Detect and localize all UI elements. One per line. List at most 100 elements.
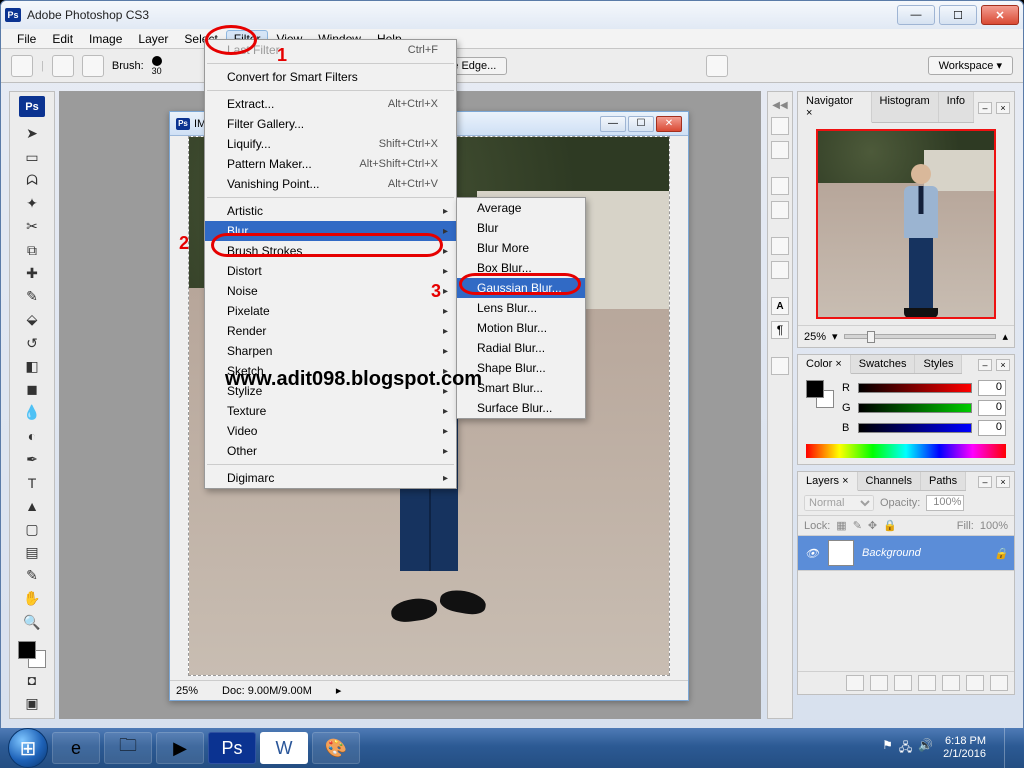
quickmask-toggle[interactable]: ◘	[20, 670, 44, 691]
menu-digimarc[interactable]: Digimarc	[205, 468, 456, 488]
b-slider[interactable]	[858, 423, 972, 433]
dock-icon-6[interactable]	[771, 261, 789, 279]
lasso-tool[interactable]: ᗣ	[20, 170, 44, 191]
menu-artistic[interactable]: Artistic	[205, 201, 456, 221]
screenmode-toggle[interactable]: ▣	[20, 693, 44, 714]
eyedropper-tool[interactable]: ✎	[20, 565, 44, 586]
adjustment-layer-icon[interactable]	[918, 675, 936, 691]
dock-icon-1[interactable]	[771, 117, 789, 135]
selection-mode-icon-2[interactable]	[82, 55, 104, 77]
submenu-lens-blur[interactable]: Lens Blur...	[457, 298, 585, 318]
menu-blur[interactable]: Blur	[205, 221, 456, 241]
tab-info[interactable]: Info	[939, 92, 974, 122]
menu-layer[interactable]: Layer	[130, 30, 176, 48]
doc-maximize-button[interactable]: ☐	[628, 116, 654, 132]
submenu-surface-blur[interactable]: Surface Blur...	[457, 398, 585, 418]
menu-convert-smart-filters[interactable]: Convert for Smart Filters	[205, 67, 456, 87]
tab-channels[interactable]: Channels	[858, 472, 921, 490]
stamp-tool[interactable]: ⬙	[20, 309, 44, 330]
opacity-value[interactable]: 100%	[926, 495, 964, 511]
tab-layers[interactable]: Layers ×	[798, 472, 858, 491]
menu-video[interactable]: Video	[205, 421, 456, 441]
panel-close-icon[interactable]: ×	[996, 359, 1010, 371]
visibility-eye-icon[interactable]: 👁	[804, 547, 820, 560]
menu-pattern-maker[interactable]: Pattern Maker...Alt+Shift+Ctrl+X	[205, 154, 456, 174]
brush-tool[interactable]: ✎	[20, 286, 44, 307]
submenu-average[interactable]: Average	[457, 198, 585, 218]
tab-styles[interactable]: Styles	[915, 355, 962, 373]
submenu-blur[interactable]: Blur	[457, 218, 585, 238]
navigator-zoom-value[interactable]: 25%	[804, 331, 826, 343]
submenu-blur-more[interactable]: Blur More	[457, 238, 585, 258]
group-icon[interactable]	[942, 675, 960, 691]
blend-mode-select[interactable]: Normal	[804, 495, 874, 511]
blur-tool[interactable]: 💧	[20, 402, 44, 423]
taskbar-media-icon[interactable]: ▶	[156, 732, 204, 764]
gradient-tool[interactable]: ◼	[20, 379, 44, 400]
type-tool[interactable]: T	[20, 472, 44, 493]
taskbar-paint-icon[interactable]: 🎨	[312, 732, 360, 764]
zoom-out-icon[interactable]: ▾	[832, 330, 838, 343]
tray-network-icon[interactable]: 🖧	[899, 738, 912, 759]
zoom-tool[interactable]: 🔍	[20, 611, 44, 632]
navigator-zoom-slider[interactable]	[844, 334, 997, 339]
tray-flag-icon[interactable]: ⚑	[882, 738, 893, 759]
window-minimize-button[interactable]: —	[897, 5, 935, 25]
panel-minimize-icon[interactable]: –	[978, 359, 992, 371]
dock-icon-2[interactable]	[771, 141, 789, 159]
menu-noise[interactable]: Noise	[205, 281, 456, 301]
go-to-bridge-icon[interactable]	[706, 55, 728, 77]
menu-distort[interactable]: Distort	[205, 261, 456, 281]
selection-mode-icon[interactable]	[52, 55, 74, 77]
menu-render[interactable]: Render	[205, 321, 456, 341]
window-close-button[interactable]: ✕	[981, 5, 1019, 25]
r-value[interactable]: 0	[978, 380, 1006, 396]
submenu-motion-blur[interactable]: Motion Blur...	[457, 318, 585, 338]
doc-close-button[interactable]: ✕	[656, 116, 682, 132]
healing-tool[interactable]: ✚	[20, 263, 44, 284]
zoom-in-icon[interactable]: ▴	[1002, 330, 1008, 343]
layer-thumbnail[interactable]	[828, 540, 854, 566]
taskbar-ie-icon[interactable]: e	[52, 732, 100, 764]
layers-empty-area[interactable]	[798, 571, 1014, 671]
taskbar-photoshop-icon[interactable]: Ps	[208, 732, 256, 764]
menu-brush-strokes[interactable]: Brush Strokes	[205, 241, 456, 261]
panel-close-icon[interactable]: ×	[996, 476, 1010, 488]
menu-edit[interactable]: Edit	[44, 30, 81, 48]
start-button[interactable]	[8, 728, 48, 768]
paragraph-icon[interactable]: ¶	[771, 321, 789, 339]
menu-texture[interactable]: Texture	[205, 401, 456, 421]
g-slider[interactable]	[858, 403, 972, 413]
trash-icon[interactable]	[990, 675, 1008, 691]
tool-preset-icon[interactable]	[11, 55, 33, 77]
tray-volume-icon[interactable]: 🔊	[918, 738, 933, 759]
doc-status-arrow-icon[interactable]: ▸	[336, 684, 342, 697]
dodge-tool[interactable]: ◐	[20, 425, 44, 446]
lock-pixels-icon[interactable]: ✎	[853, 519, 862, 532]
menu-sharpen[interactable]: Sharpen	[205, 341, 456, 361]
quick-select-tool[interactable]: ✦	[20, 193, 44, 214]
tab-color[interactable]: Color ×	[798, 355, 851, 374]
panel-minimize-icon[interactable]: –	[978, 476, 992, 488]
marquee-tool[interactable]: ▭	[20, 146, 44, 167]
navigator-thumbnail[interactable]	[816, 129, 996, 319]
eraser-tool[interactable]: ◧	[20, 356, 44, 377]
show-desktop-button[interactable]	[1004, 728, 1016, 768]
menu-vanishing-point[interactable]: Vanishing Point...Alt+Ctrl+V	[205, 174, 456, 194]
dock-icon-9[interactable]	[771, 357, 789, 375]
submenu-box-blur[interactable]: Box Blur...	[457, 258, 585, 278]
menu-extract[interactable]: Extract...Alt+Ctrl+X	[205, 94, 456, 114]
menu-file[interactable]: File	[9, 30, 44, 48]
taskbar-clock[interactable]: 6:18 PM 2/1/2016	[943, 735, 986, 761]
submenu-gaussian-blur[interactable]: Gaussian Blur...	[457, 278, 585, 298]
lock-all-icon[interactable]: 🔒	[883, 519, 897, 532]
layer-fx-icon[interactable]	[870, 675, 888, 691]
link-layers-icon[interactable]	[846, 675, 864, 691]
slice-tool[interactable]: ⧉	[20, 239, 44, 260]
fg-color-swatch[interactable]	[18, 641, 36, 659]
workspace-button[interactable]: Workspace ▾	[928, 56, 1013, 75]
lock-position-icon[interactable]: ✥	[868, 519, 877, 532]
hand-tool[interactable]: ✋	[20, 588, 44, 609]
window-maximize-button[interactable]: ☐	[939, 5, 977, 25]
pen-tool[interactable]: ✒	[20, 449, 44, 470]
